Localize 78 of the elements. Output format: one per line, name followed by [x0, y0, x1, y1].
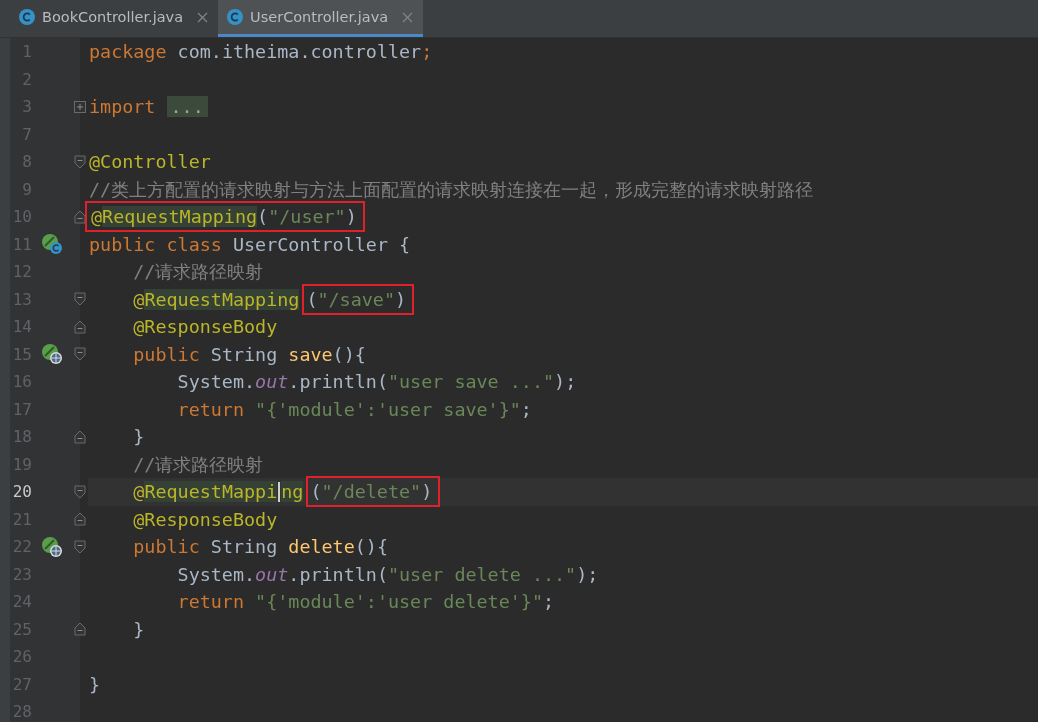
keyword-text: public [132, 536, 200, 558]
gutter-globe-icon[interactable] [41, 535, 63, 558]
method-name: save [288, 343, 333, 365]
code-text: ; [542, 591, 555, 613]
string-literal: "{'module':'user save'}" [255, 398, 521, 420]
code-text: UserController { [231, 233, 411, 255]
string-literal: "user save ..." [387, 371, 555, 393]
string-literal: "/delete" [321, 481, 422, 503]
code-text: } [132, 618, 145, 640]
annotation-text: @ [132, 481, 145, 503]
code-text: System. [176, 371, 256, 393]
code-text: ) [395, 288, 407, 310]
fold-marker-icon[interactable] [74, 484, 86, 499]
annotation-text: @Controller [89, 151, 211, 173]
keyword-text: return [176, 398, 245, 420]
gutter-globe-icon[interactable] [41, 343, 63, 366]
code-comment: //请求路径映射 [132, 452, 264, 477]
annotation-text: RequestMappi [144, 481, 278, 503]
keyword-text: public class [89, 233, 222, 255]
keyword-text: public [132, 343, 200, 365]
java-class-icon [18, 8, 36, 26]
fold-marker-icon[interactable] [74, 347, 86, 362]
fold-marker-icon[interactable] [74, 622, 86, 637]
annotation-text: @ [91, 206, 103, 228]
line-number: 20 [11, 482, 32, 502]
code-text: ( [310, 481, 322, 503]
code-text: String [209, 343, 279, 365]
field-text: out [255, 371, 289, 393]
code-text: System. [176, 563, 256, 585]
gutter-class-icon[interactable] [41, 233, 63, 256]
code-text: ); [554, 371, 577, 393]
keyword-text: package [89, 41, 167, 63]
keyword-text: import [89, 96, 157, 118]
fold-marker-icon[interactable] [74, 539, 86, 554]
fold-marker-icon[interactable] [74, 512, 86, 527]
text-caret [278, 481, 281, 502]
fold-marker-icon[interactable] [74, 429, 86, 444]
code-text: (){ [354, 536, 388, 558]
file-tab[interactable]: BookController.java [10, 0, 219, 37]
code-text: } [89, 673, 101, 695]
field-text: out [255, 563, 289, 585]
code-text: } [132, 426, 145, 448]
code-text: ); [576, 563, 599, 585]
string-literal: "/user" [268, 206, 346, 228]
string-literal: "{'module':'user delete'}" [255, 591, 543, 613]
keyword-text: ; [421, 41, 433, 63]
annotation-text: @ResponseBody [132, 316, 278, 338]
code-text: ( [306, 288, 318, 310]
code-comment: //类上方配置的请求映射与方法上面配置的请求映射连接在一起，形成完整的请求映射路径 [89, 177, 814, 202]
code-text: String [209, 536, 279, 558]
code-text: .println( [288, 371, 388, 393]
fold-marker-icon[interactable] [74, 209, 86, 224]
fold-marker-icon[interactable] [74, 319, 86, 334]
annotation-text: RequestMapping [144, 288, 300, 310]
string-literal: "/save" [317, 288, 395, 310]
keyword-text: return [176, 591, 245, 613]
code-text: ( [257, 206, 269, 228]
annotation-text: @ [132, 288, 145, 310]
code-text: ) [421, 481, 433, 503]
fold-marker-icon[interactable] [74, 154, 86, 169]
close-icon[interactable] [402, 11, 414, 23]
annotation-text: RequestMapping [102, 206, 258, 228]
code-text: ) [345, 206, 357, 228]
annotation-text: ng [281, 481, 304, 503]
file-tab[interactable]: UserController.java [218, 0, 424, 37]
folded-code-toggle[interactable]: ... [166, 96, 208, 118]
annotation-text: @ResponseBody [132, 508, 278, 530]
close-icon[interactable] [197, 11, 209, 23]
method-name: delete [288, 536, 355, 558]
code-text: (){ [332, 343, 366, 365]
string-literal: "user delete ..." [387, 563, 577, 585]
fold-marker-icon[interactable] [74, 292, 86, 307]
code-text: com.itheima.controller [176, 41, 422, 63]
code-text: ; [520, 398, 532, 420]
code-comment: //请求路径映射 [132, 260, 264, 285]
expand-fold-icon[interactable] [74, 100, 86, 113]
code-text: .println( [288, 563, 388, 585]
java-class-icon [226, 8, 245, 26]
